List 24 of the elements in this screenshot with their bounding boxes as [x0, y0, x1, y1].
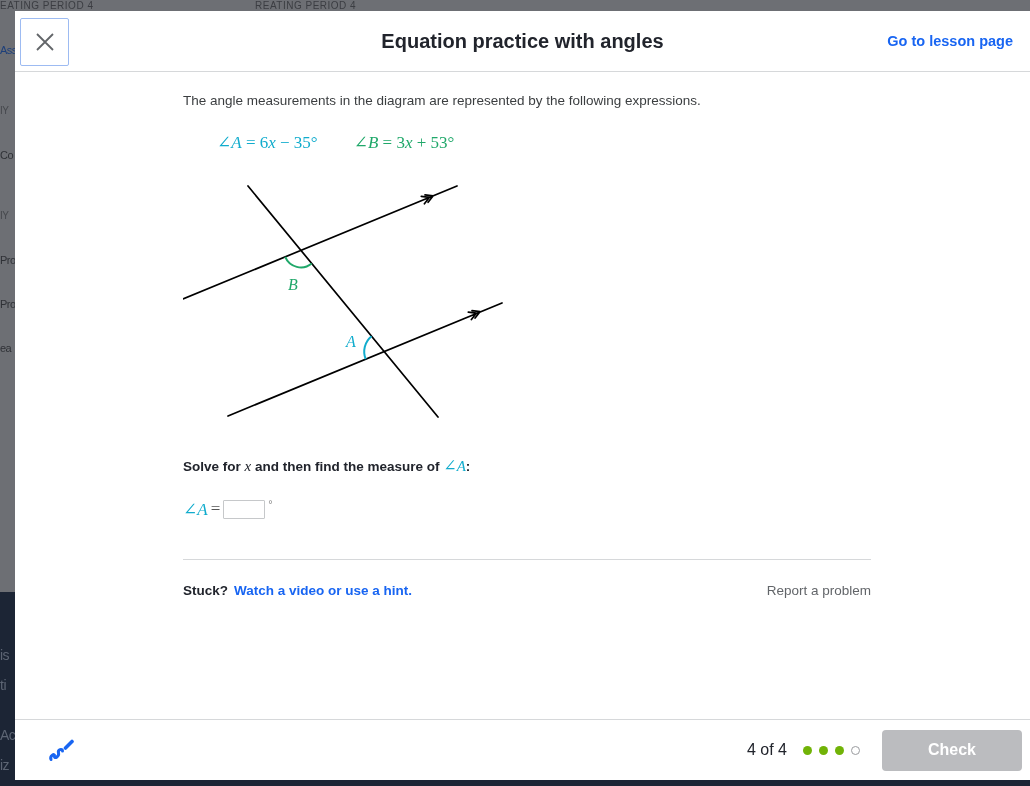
close-button[interactable] [20, 17, 69, 66]
answer-label: ∠A = [183, 498, 221, 520]
dialog-title: Equation practice with angles [381, 29, 664, 53]
sidebar-text: ea [0, 341, 12, 356]
prompt-text: Solve for x and then find the measure of ∠A: [183, 457, 472, 476]
math-expression: ∠B = 3x + 53° [353, 133, 455, 153]
sidebar-text: Co [0, 148, 14, 163]
close-icon [35, 32, 54, 51]
angle-label: B [288, 276, 298, 293]
banner-text: is [0, 646, 10, 665]
stuck-label: Stuck? [183, 582, 228, 600]
pencil-squiggle-icon[interactable] [48, 738, 74, 762]
degree-unit: ° [268, 499, 273, 510]
report-link[interactable]: Report a problem [766, 582, 871, 600]
banner-text: ti [0, 676, 6, 695]
banner-text: iz [0, 756, 10, 775]
banner-text: Ac [0, 726, 16, 745]
intro-text: The angle measurements in the diagram are represented by the following expressions. [183, 93, 702, 109]
math-expression: ∠A = 6x − 35° [217, 133, 318, 153]
answer-field[interactable] [223, 499, 266, 519]
angle-label: A [346, 333, 356, 350]
hint-link[interactable]: Watch a video or use a hint. [234, 582, 413, 600]
lesson-link[interactable]: Go to lesson page [887, 33, 1013, 49]
progress-label: 4 of 4 [746, 741, 787, 759]
